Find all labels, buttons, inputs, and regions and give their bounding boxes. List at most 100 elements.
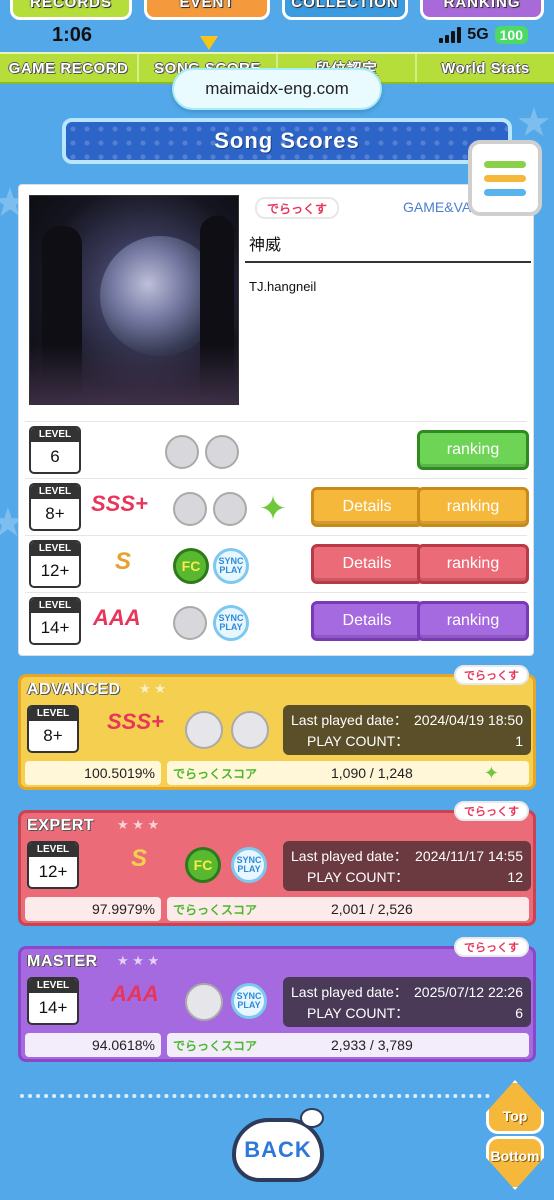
signal-icon	[439, 27, 462, 43]
empty-combo-icon	[165, 435, 199, 469]
sync-play-icon: SYNC PLAY	[213, 605, 249, 641]
sync-play-icon: SYNC PLAY	[231, 983, 267, 1019]
details-button-advanced[interactable]: Details	[311, 487, 423, 527]
details-button-master[interactable]: Details	[311, 601, 423, 641]
rank-aaa-icon: AAA	[111, 981, 159, 1006]
last-played-date: 2025/07/12 22:26	[414, 983, 523, 1000]
difficulty-label: MASTER	[27, 953, 98, 970]
last-played-box: Last played date： 2024/04/19 18:50 PLAY C…	[283, 705, 531, 755]
difficulty-label: EXPERT	[27, 817, 95, 834]
empty-combo-icon	[185, 711, 223, 749]
ranking-button-master[interactable]: ranking	[417, 601, 529, 641]
ranking-button-advanced[interactable]: ranking	[417, 487, 529, 527]
page-title: Song Scores	[62, 118, 512, 164]
divider	[20, 1094, 490, 1098]
network-type: 5G	[467, 26, 489, 43]
play-count: 1	[515, 732, 523, 749]
chart-type-badge: でらっくす	[454, 665, 529, 685]
score-bar: 100.5019% でらっくスコア 1,090 / 1,248 ✦	[25, 761, 529, 785]
back-label: BACK	[244, 1137, 312, 1162]
status-time: 1:06	[52, 24, 93, 46]
mascot-icon	[300, 1108, 324, 1128]
song-title: 神威	[249, 237, 282, 254]
song-artist: TJ.hangneil	[249, 279, 317, 294]
score-panel-advanced: ADVANCED ★ ★ でらっくす LEVEL 8+ SSS+ Last pl…	[18, 665, 536, 790]
status-bar: 1:06 5G 100	[0, 22, 554, 52]
dx-score: でらっくスコア 2,001 / 2,526	[167, 897, 529, 921]
level-box: LEVEL 6	[29, 426, 81, 474]
score-panel-expert: EXPERT ★ ★ ★ でらっくす LEVEL 12+ S FC SYNC P…	[18, 801, 536, 926]
ranking-button-basic[interactable]: ranking	[417, 430, 529, 470]
level-value: 14+	[40, 618, 70, 637]
difficulty-row-advanced: LEVEL 8+ SSS+ ✦ Details ranking	[25, 478, 529, 535]
play-count: 6	[515, 1004, 523, 1021]
level-value: 8+	[43, 726, 63, 745]
last-played-date: 2024/11/17 14:55	[415, 847, 523, 864]
rank-sssplus-icon: SSS+	[91, 491, 148, 516]
empty-sync-icon	[205, 435, 239, 469]
play-count: 12	[507, 868, 523, 885]
rank-s-icon: S	[131, 845, 148, 872]
empty-sync-icon	[231, 711, 269, 749]
tab-ranking[interactable]: RANKING	[420, 0, 544, 20]
level-box: LEVEL 12+	[27, 841, 79, 889]
dx-star-icon: ✦	[258, 490, 288, 528]
nav-world-stats[interactable]: World Stats	[417, 54, 554, 82]
rank-aaa-icon: AAA	[93, 605, 141, 630]
nav-game-record[interactable]: GAME RECORD	[0, 54, 139, 82]
divider	[245, 261, 531, 263]
song-jacket-image	[29, 195, 239, 405]
level-value: 12+	[38, 862, 68, 881]
score-bar: 97.9979% でらっくスコア 2,001 / 2,526	[25, 897, 529, 921]
top-category-tabs: RECORDS EVENT COLLECTION RANKING	[0, 0, 554, 20]
achievement-rate: 97.9979%	[25, 897, 161, 921]
browser-url-bar[interactable]: maimaidx-eng.com	[172, 68, 382, 110]
empty-combo-icon	[173, 606, 207, 640]
level-box: LEVEL 14+	[29, 597, 81, 645]
empty-sync-icon	[213, 492, 247, 526]
level-box: LEVEL 8+	[29, 483, 81, 531]
difficulty-stars-icon: ★ ★ ★	[117, 953, 160, 968]
full-combo-icon: FC	[173, 548, 209, 584]
level-box: LEVEL 8+	[27, 705, 79, 753]
level-box: LEVEL 12+	[29, 540, 81, 588]
difficulty-row-expert: LEVEL 12+ S FC SYNC PLAY Details ranking	[25, 535, 529, 592]
full-combo-icon: FC	[185, 847, 221, 883]
score-bar: 94.0618% でらっくスコア 2,933 / 3,789	[25, 1033, 529, 1057]
status-indicators: 5G 100	[439, 26, 528, 44]
battery-icon: 100	[494, 26, 528, 44]
rank-s-icon: S	[115, 548, 132, 575]
dx-star-icon: ✦	[483, 762, 499, 783]
level-value: 8+	[45, 504, 65, 523]
sync-play-icon: SYNC PLAY	[213, 548, 249, 584]
tab-records[interactable]: RECORDS	[10, 0, 132, 20]
menu-icon	[484, 160, 526, 168]
scroll-bottom-button[interactable]: Bottom	[486, 1136, 544, 1190]
song-info-card: でらっくす GAME&VARIETY 神威 TJ.hangneil LEVEL …	[18, 184, 534, 656]
level-value: 14+	[38, 998, 68, 1017]
difficulty-stars-icon: ★ ★	[139, 681, 166, 696]
scroll-top-button[interactable]: Top	[486, 1080, 544, 1134]
tab-collection[interactable]: COLLECTION	[282, 0, 408, 20]
last-played-date: 2024/04/19 18:50	[414, 711, 523, 728]
details-button-expert[interactable]: Details	[311, 544, 423, 584]
score-panel-master: MASTER ★ ★ ★ でらっくす LEVEL 14+ AAA SYNC PL…	[18, 937, 536, 1062]
difficulty-label: ADVANCED	[27, 681, 121, 698]
back-button[interactable]: BACK	[232, 1108, 324, 1182]
achievement-rate: 100.5019%	[25, 761, 161, 785]
level-value: 12+	[40, 561, 70, 580]
ranking-button-expert[interactable]: ranking	[417, 544, 529, 584]
dx-score: でらっくスコア 1,090 / 1,248 ✦	[167, 761, 529, 785]
tab-event[interactable]: EVENT	[144, 0, 270, 20]
chart-type-badge: でらっくす	[454, 937, 529, 957]
dx-score: でらっくスコア 2,933 / 3,789	[167, 1033, 529, 1057]
chart-type-badge: でらっくす	[255, 197, 340, 219]
rank-sssplus-icon: SSS+	[107, 709, 164, 734]
empty-combo-icon	[185, 983, 223, 1021]
level-box: LEVEL 14+	[27, 977, 79, 1025]
empty-combo-icon	[173, 492, 207, 526]
last-played-box: Last played date： 2025/07/12 22:26 PLAY C…	[283, 977, 531, 1027]
difficulty-stars-icon: ★ ★ ★	[117, 817, 160, 832]
sync-play-icon: SYNC PLAY	[231, 847, 267, 883]
menu-button[interactable]	[468, 140, 542, 216]
